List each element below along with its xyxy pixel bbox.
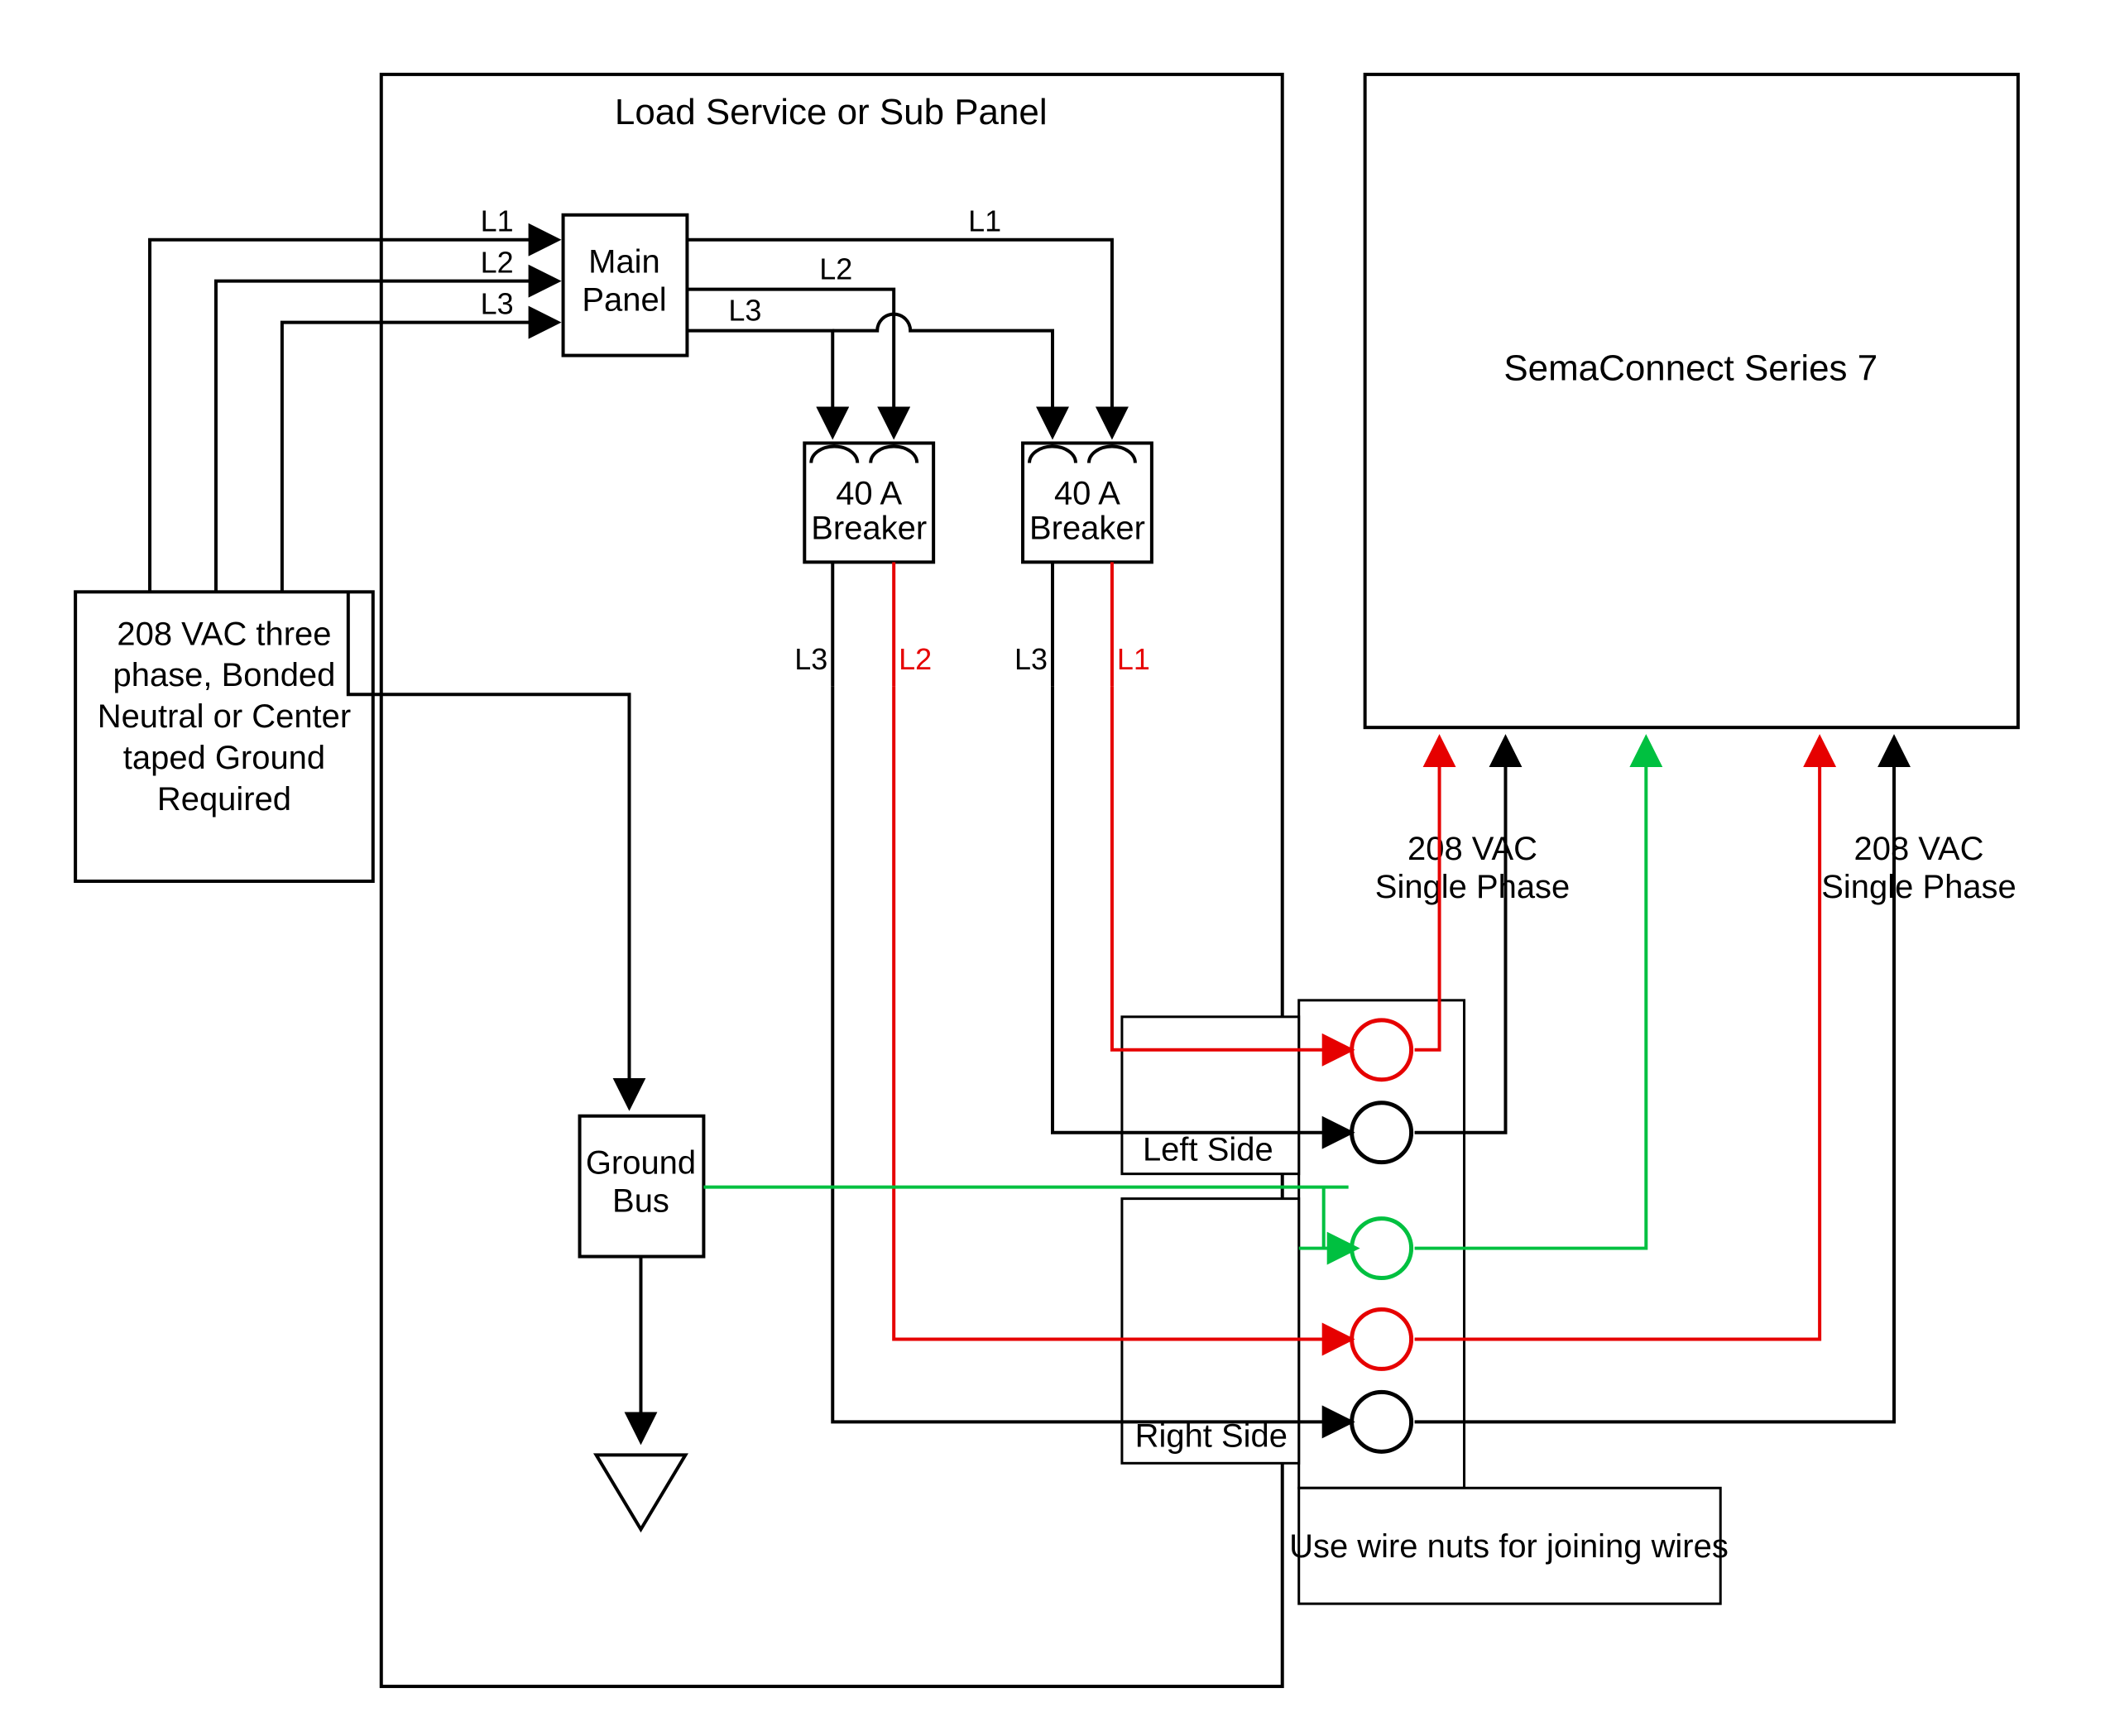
- svg-text:Required: Required: [157, 781, 291, 818]
- svg-text:L1: L1: [481, 204, 514, 238]
- svg-text:L2: L2: [899, 642, 932, 676]
- svg-text:Ground: Ground: [586, 1145, 696, 1182]
- svg-text:SemaConnect Series 7: SemaConnect Series 7: [1503, 348, 1877, 389]
- svg-text:Panel: Panel: [582, 282, 666, 319]
- wiring-diagram: Load Service or Sub Panel 208 VAC three …: [0, 0, 2110, 1736]
- svg-text:Use wire nuts for joining wire: Use wire nuts for joining wires: [1289, 1528, 1729, 1565]
- svg-text:L2: L2: [819, 252, 852, 286]
- svg-text:Breaker: Breaker: [811, 510, 927, 546]
- svg-text:208 VAC three: 208 VAC three: [117, 616, 331, 652]
- svg-text:L1: L1: [1117, 642, 1150, 676]
- svg-text:Single Phase: Single Phase: [1375, 869, 1570, 905]
- panel-title: Load Service or Sub Panel: [615, 92, 1048, 132]
- svg-text:L3: L3: [1014, 642, 1048, 676]
- svg-text:208 VAC: 208 VAC: [1407, 831, 1537, 867]
- svg-text:L2: L2: [481, 246, 514, 280]
- svg-text:phase, Bonded: phase, Bonded: [113, 657, 336, 693]
- svg-text:taped Ground: taped Ground: [123, 740, 325, 776]
- svg-text:40 A: 40 A: [1054, 475, 1120, 511]
- svg-text:Breaker: Breaker: [1029, 510, 1145, 546]
- svg-text:Bus: Bus: [612, 1183, 669, 1220]
- svg-text:L3: L3: [794, 642, 827, 676]
- semaconnect-box: [1365, 74, 2018, 727]
- svg-text:L3: L3: [728, 294, 761, 328]
- svg-text:Left Side: Left Side: [1143, 1132, 1273, 1168]
- svg-text:L1: L1: [968, 204, 1001, 238]
- svg-text:208 VAC: 208 VAC: [1854, 831, 1984, 867]
- svg-text:Neutral or Center: Neutral or Center: [98, 698, 351, 735]
- svg-text:Main: Main: [588, 244, 660, 281]
- svg-text:40 A: 40 A: [836, 475, 902, 511]
- svg-text:Single Phase: Single Phase: [1821, 869, 2016, 905]
- svg-text:L3: L3: [481, 287, 514, 321]
